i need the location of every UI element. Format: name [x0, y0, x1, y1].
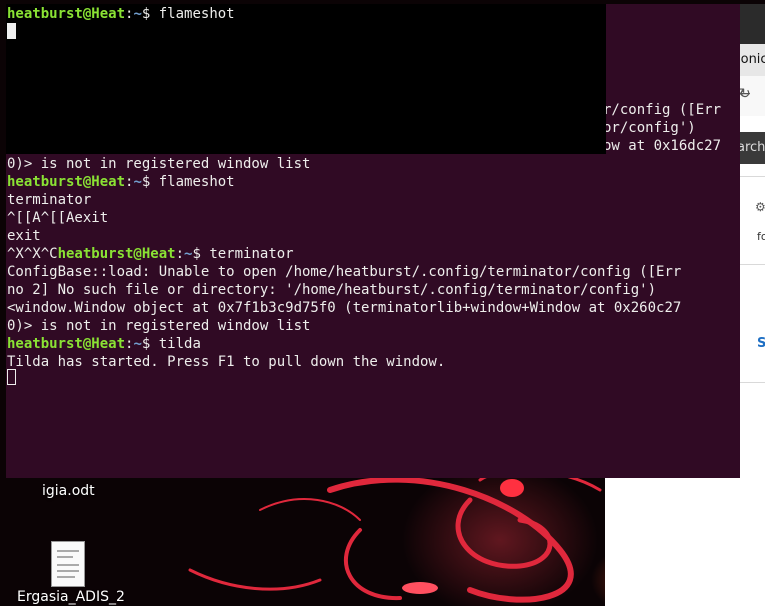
side-text: fo	[757, 230, 765, 243]
terminal-line: or/config')	[603, 120, 696, 136]
refresh-icon[interactable]: ↻	[739, 86, 751, 102]
browser-tab[interactable]: ionic	[737, 52, 765, 67]
terminal-prompt-line: heatburst@Heat:~$ flameshot	[7, 174, 235, 190]
settings-icon[interactable]: ⚙	[755, 200, 765, 214]
prompt-path: ~	[133, 6, 142, 22]
terminal-line: 0)> is not in registered window list	[7, 318, 311, 334]
terminal-command: tilda	[158, 336, 201, 352]
terminal-line: terminator	[7, 192, 92, 208]
terminal-line: ConfigBase::load: Unable to open /home/h…	[7, 264, 682, 280]
terminal-prefix: ^X^X^C	[7, 246, 58, 262]
terminal-line: ow at 0x16dc27	[603, 138, 722, 154]
terminal-line: ^[[A^[[Aexit	[7, 210, 109, 226]
terminal-cursor-line	[7, 369, 16, 387]
divider	[737, 264, 765, 265]
wallpaper-art	[188, 470, 660, 603]
desktop-icon-label-ergasia[interactable]: Ergasia_ADIS_2	[17, 589, 125, 605]
divider	[737, 382, 765, 383]
terminal-command: flameshot	[158, 174, 235, 190]
terminal-command: flameshot	[158, 6, 235, 22]
terminal-cursor	[7, 23, 16, 39]
desktop-icon-label-igia[interactable]: igia.odt	[42, 483, 95, 499]
prompt-user: heatburst@Heat	[7, 336, 126, 352]
divider	[737, 176, 765, 177]
terminal-prompt-line: heatburst@Heat:~$ tilda	[7, 336, 201, 352]
tilda-window[interactable]: heatburst@Heat:~$ flameshot	[6, 4, 606, 154]
terminal-line: 0)> is not in registered window list	[7, 156, 311, 172]
prompt-path: ~	[133, 174, 142, 190]
prompt-user: heatburst@Heat	[7, 6, 126, 22]
terminal-line: Tilda has started. Press F1 to pull down…	[7, 354, 446, 370]
terminal-line: <window.Window object at 0x7f1b3c9d75f0 …	[7, 300, 682, 316]
tilda-prompt-line: heatburst@Heat:~$ flameshot	[7, 6, 235, 22]
terminal-command: terminator	[209, 246, 294, 262]
side-link[interactable]: S	[757, 336, 765, 351]
terminal-line: r/config ([Err	[603, 102, 722, 118]
prompt-user: heatburst@Heat	[57, 246, 176, 262]
tilda-cursor-line	[7, 23, 16, 41]
terminal-line: no 2] No such file or directory: '/home/…	[7, 282, 657, 298]
prompt-path: ~	[133, 336, 142, 352]
terminal-prompt-line: ^X^X^Cheatburst@Heat:~$ terminator	[7, 246, 294, 262]
terminal-line: exit	[7, 228, 41, 244]
search-text: arch	[737, 140, 765, 155]
search-input[interactable]: arch	[737, 132, 765, 164]
prompt-user: heatburst@Heat	[7, 174, 126, 190]
terminal-cursor	[7, 369, 16, 385]
document-icon[interactable]	[51, 541, 85, 587]
